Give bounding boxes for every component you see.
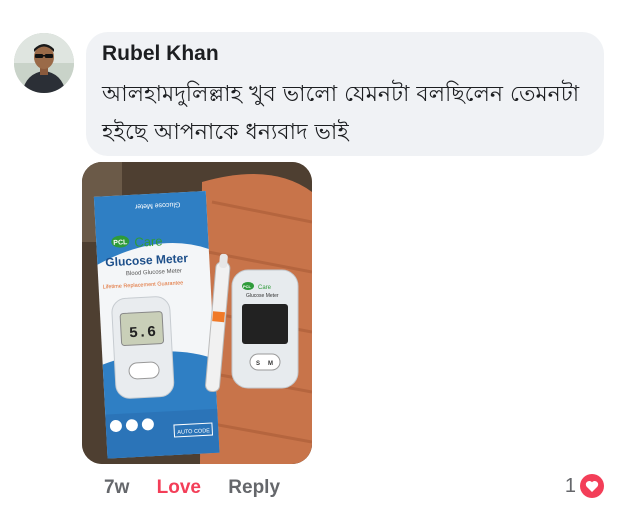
- comment-bubble: Rubel Khan আলহামদুলিল্লাহ খুব ভালো যেমনট…: [86, 32, 604, 156]
- comment-timestamp[interactable]: 7w: [104, 477, 129, 498]
- comment-actions: 7w Love Reply: [104, 477, 302, 499]
- meter-button-m: M: [268, 361, 273, 367]
- meter-care-label: Care: [258, 285, 272, 291]
- comment-photo[interactable]: Glucose Meter PCL Care Glucose Meter Blo…: [82, 162, 312, 464]
- avatar[interactable]: [14, 33, 74, 93]
- meter-brand-logo: PCL: [243, 284, 252, 289]
- box-care-label: Care: [134, 233, 163, 249]
- box-brand-logo: PCL: [113, 239, 128, 247]
- reaction-summary[interactable]: 1: [565, 474, 604, 498]
- reaction-count: 1: [564, 474, 576, 497]
- reply-button[interactable]: Reply: [228, 477, 280, 498]
- glucose-meter-photo: Glucose Meter PCL Care Glucose Meter Blo…: [82, 162, 312, 464]
- box-reading: 5.6: [129, 324, 157, 342]
- meter-button-s: S: [256, 361, 260, 367]
- meter-title: Glucose Meter: [246, 293, 279, 299]
- comment-text: আলহামদুলিল্লাহ খুব ভালো যেমনটা বলছিলেন ত…: [102, 82, 580, 145]
- avatar-image: [14, 33, 74, 93]
- love-reaction-button[interactable]: Love: [157, 477, 201, 498]
- heart-icon: [580, 474, 604, 498]
- comment-author[interactable]: Rubel Khan: [102, 42, 219, 66]
